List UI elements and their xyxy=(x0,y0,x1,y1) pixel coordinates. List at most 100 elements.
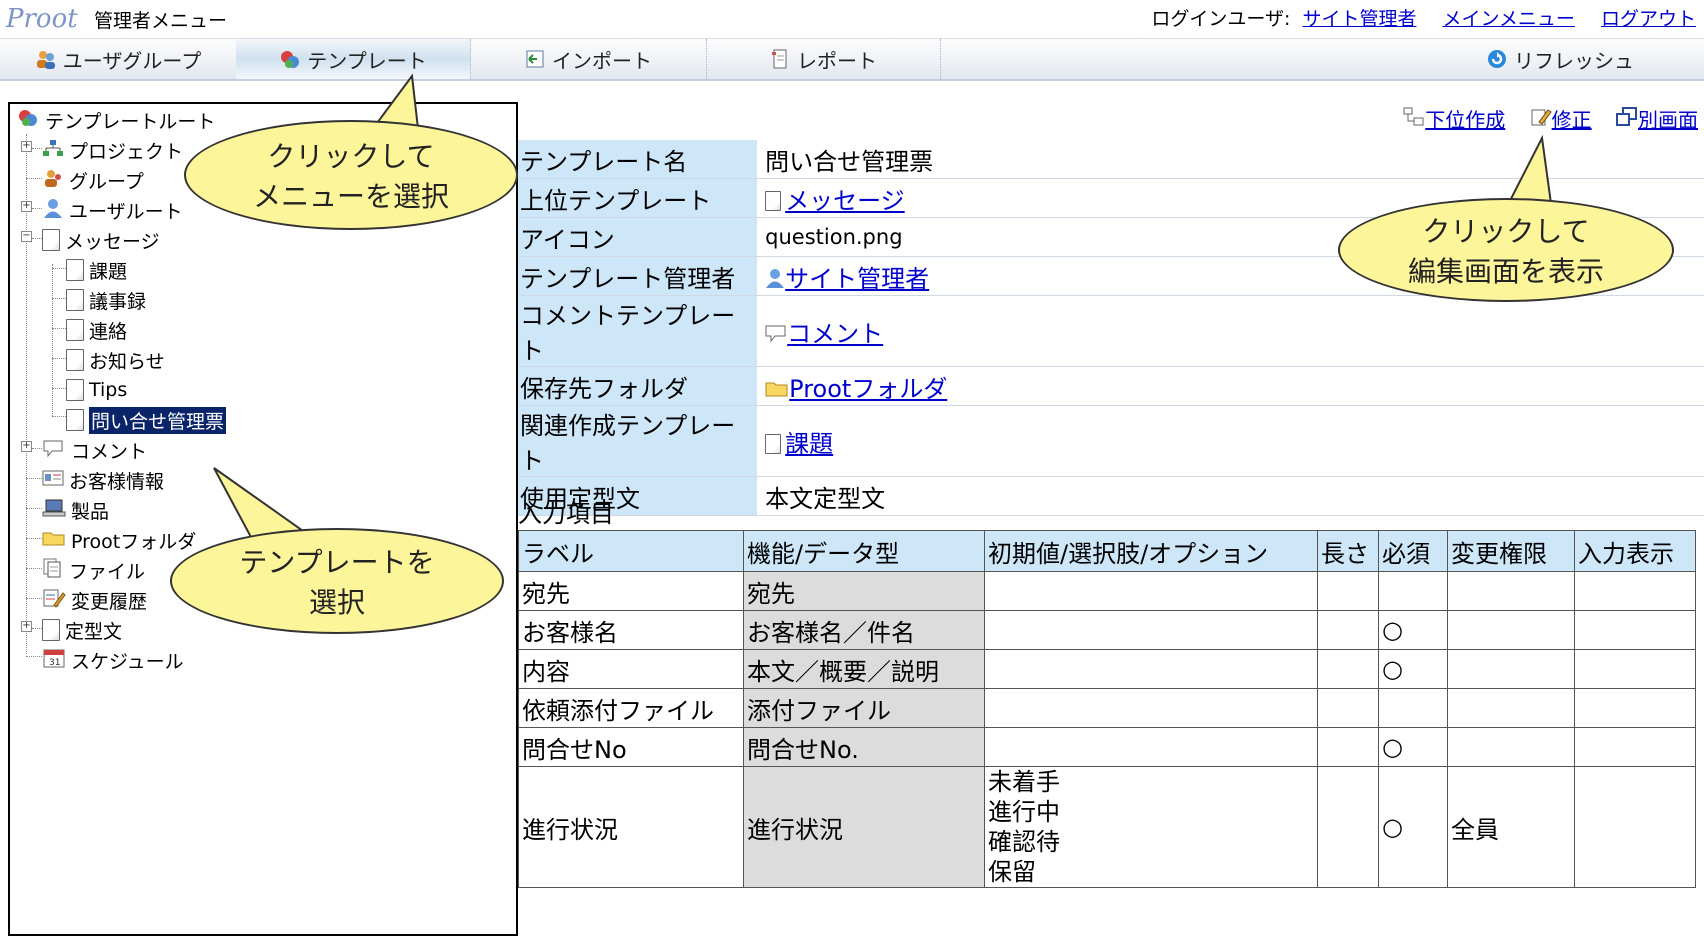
input-fields-title: 入力項目 xyxy=(518,500,614,528)
callout-text: クリックして xyxy=(267,140,435,173)
tree-node-group[interactable]: グループ xyxy=(42,166,144,194)
table-row: 進行状況 進行状況 未着手 進行中 確認待 保留 ○ 全員 xyxy=(518,766,1696,888)
tree-node-template-text-label: 定型文 xyxy=(65,620,123,643)
toolbar-refresh-label: リフレッシュ xyxy=(1514,48,1634,73)
tree-node-product[interactable]: 製品 xyxy=(42,496,109,524)
new-window-link[interactable]: 別画面 xyxy=(1638,108,1698,132)
tree-node-file[interactable]: ファイル xyxy=(42,556,145,584)
option-item: 保留 xyxy=(988,858,1036,886)
column-header: 必須 xyxy=(1378,530,1448,572)
expand-toggle-user-root[interactable]: + xyxy=(21,201,32,212)
tree-node-child-tips[interactable]: Tips xyxy=(66,376,127,404)
field-type: 宛先 xyxy=(743,571,985,611)
field-options xyxy=(984,571,1318,611)
expand-toggle-template-text[interactable]: + xyxy=(21,621,32,632)
edit-link[interactable]: 修正 xyxy=(1552,108,1592,132)
template-root-icon xyxy=(16,107,40,134)
field-permission xyxy=(1447,727,1575,767)
calendar-icon: 31 xyxy=(42,647,66,674)
related-template-link[interactable]: 課題 xyxy=(785,430,833,458)
info-key: コメントテンプレート xyxy=(518,295,758,367)
template-admin-link[interactable]: サイト管理者 xyxy=(785,265,929,293)
collapse-toggle-message[interactable]: − xyxy=(21,231,32,242)
new-window-action[interactable]: 別画面 xyxy=(1616,107,1698,132)
tree-node-user-root-label: ユーザルート xyxy=(69,200,183,223)
field-permission xyxy=(1447,610,1575,650)
info-key: 上位テンプレート xyxy=(518,178,758,218)
edit-action[interactable]: 修正 xyxy=(1530,108,1598,132)
tree-node-child-inquiry[interactable]: 問い合せ管理票 xyxy=(66,406,227,434)
expand-toggle-comment[interactable]: + xyxy=(21,441,32,452)
create-child-link[interactable]: 下位作成 xyxy=(1425,108,1505,132)
field-permission xyxy=(1447,649,1575,689)
create-child-icon xyxy=(1403,107,1424,126)
info-key: テンプレート管理者 xyxy=(518,256,758,296)
tree-node-history[interactable]: 変更履歴 xyxy=(42,586,147,614)
tree-node-user-root[interactable]: ユーザルート xyxy=(42,196,183,224)
group-icon xyxy=(42,167,64,194)
field-label: お客様名 xyxy=(518,610,744,650)
tree-node-child-label: お知らせ xyxy=(89,350,165,373)
field-length xyxy=(1317,766,1379,888)
toolbar-refresh[interactable]: リフレッシュ xyxy=(1470,39,1650,79)
callout-text: 編集画面を表示 xyxy=(1407,255,1604,288)
tree-node-customer-label: お客様情報 xyxy=(69,470,165,493)
tree-node-message[interactable]: メッセージ xyxy=(42,226,160,254)
tree-node-child-label: 連絡 xyxy=(89,320,128,343)
info-row: 使用定型文 本文定型文 xyxy=(518,476,1704,516)
field-type: 本文／概要／説明 xyxy=(743,649,985,689)
comment-template-link[interactable]: コメント xyxy=(787,320,883,348)
new-window-icon xyxy=(1616,107,1637,126)
create-child-action[interactable]: 下位作成 xyxy=(1403,107,1511,132)
tree-node-selected-label: 問い合せ管理票 xyxy=(89,406,227,434)
tree-node-template-text[interactable]: 定型文 xyxy=(42,616,122,644)
toolbar-user-group[interactable]: ユーザグループ xyxy=(0,39,237,79)
tree-node-comment-label: コメント xyxy=(71,440,148,463)
toolbar-import-label: インポート xyxy=(552,48,652,73)
field-display xyxy=(1574,571,1696,611)
user-icon xyxy=(42,197,64,224)
column-header: 機能/データ型 xyxy=(743,530,985,572)
header: Proot 管理者メニュー ログインユーザ: サイト管理者 メインメニュー ログ… xyxy=(0,0,1704,38)
page-icon xyxy=(42,229,60,251)
tree-node-comment[interactable]: コメント xyxy=(42,436,147,464)
logout-link[interactable]: ログアウト xyxy=(1601,8,1696,30)
callout-text: テンプレートを xyxy=(239,546,435,579)
main-menu-link[interactable]: メインメニュー xyxy=(1443,8,1575,30)
admin-menu-title: 管理者メニュー xyxy=(94,10,228,32)
login-user-link[interactable]: サイト管理者 xyxy=(1302,8,1416,30)
tree-node-project[interactable]: プロジェクト xyxy=(42,136,183,164)
action-links: 下位作成 修正 別画面 xyxy=(1385,104,1698,133)
tree-node-child-notice[interactable]: お知らせ xyxy=(66,346,165,374)
tree-node-history-label: 変更履歴 xyxy=(71,590,148,613)
tree-node-child-issue[interactable]: 課題 xyxy=(66,256,127,284)
parent-template-link[interactable]: メッセージ xyxy=(785,187,905,215)
history-edit-icon xyxy=(42,587,66,614)
tree-node-group-label: グループ xyxy=(69,170,144,193)
field-required: ○ xyxy=(1378,610,1448,650)
field-required: ○ xyxy=(1378,727,1448,767)
file-icon xyxy=(42,557,64,584)
field-options xyxy=(984,727,1318,767)
save-folder-link[interactable]: Prootフォルダ xyxy=(789,375,947,403)
info-key: テンプレート名 xyxy=(518,140,758,179)
tree-node-root[interactable]: テンプレートルート xyxy=(16,106,215,134)
info-row: 保存先フォルダ Prootフォルダ xyxy=(518,366,1704,406)
toolbar-report[interactable]: レポート xyxy=(706,39,941,79)
table-row: お客様名 お客様名／件名 ○ xyxy=(518,610,1696,650)
tree-node-customer[interactable]: お客様情報 xyxy=(42,466,164,494)
tree-node-schedule[interactable]: 31 スケジュール xyxy=(42,646,184,674)
toolbar-import[interactable]: インポート xyxy=(470,39,707,79)
tree-node-child-minutes[interactable]: 議事録 xyxy=(66,286,146,314)
field-label: 進行状況 xyxy=(518,766,744,888)
input-fields-table: ラベル 機能/データ型 初期値/選択肢/オプション 長さ 必須 変更権限 入力表… xyxy=(518,530,1696,888)
table-row: 宛先 宛先 xyxy=(518,571,1696,611)
callout-text: クリックして xyxy=(1422,215,1590,248)
page-icon xyxy=(66,319,84,341)
expand-toggle-project[interactable]: + xyxy=(21,141,32,152)
tree-node-child-contact[interactable]: 連絡 xyxy=(66,316,127,344)
info-key: 保存先フォルダ xyxy=(518,366,758,406)
page-icon xyxy=(66,409,84,431)
callout-edit: クリックして 編集画面を表示 xyxy=(1338,198,1674,302)
folder-icon xyxy=(42,529,66,552)
